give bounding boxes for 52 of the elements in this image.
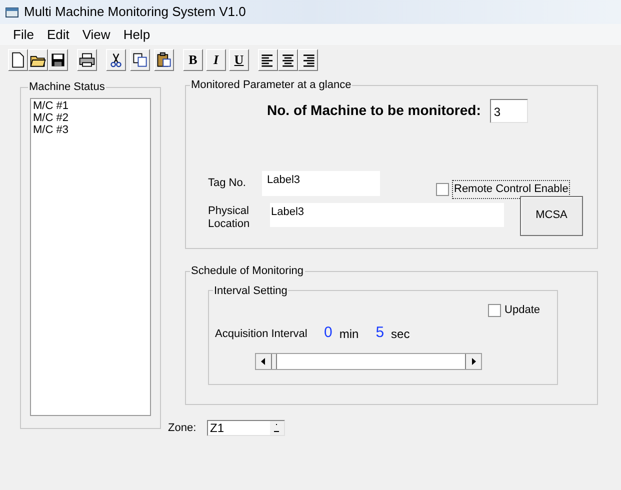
group-title: Machine Status [28, 80, 106, 95]
scissors-button[interactable] [106, 49, 126, 71]
interval-label: Acquisition Interval [215, 326, 308, 342]
checkbox-label[interactable]: Update [504, 302, 540, 318]
align-right-button[interactable] [298, 49, 318, 71]
scroll-bar[interactable] [255, 353, 482, 370]
tag-field: Label3 [262, 170, 380, 196]
location-field: Label3 [270, 202, 504, 226]
window-title: Multi Machine Monitoring System V1.0 [24, 3, 246, 22]
location-label: Physical Location [208, 204, 251, 232]
checkbox[interactable] [488, 304, 501, 317]
menu-item[interactable]: File [13, 24, 34, 44]
list-item[interactable]: M/C #1 [33, 100, 150, 112]
menu-item[interactable]: View [82, 24, 110, 44]
unit-label: sec [391, 326, 410, 343]
group-title: Monitored Parameter at a glance [190, 78, 352, 93]
app-icon [5, 6, 19, 18]
format-button[interactable]: B [183, 49, 203, 71]
group-title: Schedule of Monitoring [190, 264, 305, 279]
machine-count-field[interactable]: 3 [490, 98, 528, 122]
zone-label: Zone: [168, 421, 198, 436]
floppy-disk-button[interactable] [48, 49, 68, 71]
minutes-value: 0 [324, 322, 332, 342]
clipboard-button[interactable] [154, 49, 174, 71]
zone-value: Z1 [209, 421, 226, 436]
align-center-button[interactable] [278, 49, 298, 71]
seconds-value: 5 [376, 322, 384, 342]
scroll-left-icon[interactable] [256, 354, 272, 369]
unit-label: min [339, 326, 359, 343]
mcsa-button[interactable]: MCSA [520, 196, 583, 236]
copy-button[interactable] [130, 49, 150, 71]
scroll-thumb[interactable] [272, 354, 277, 369]
zone-spin-field[interactable]: Z1 [207, 420, 285, 436]
copy-icon [131, 51, 149, 69]
format-button[interactable]: U [229, 49, 249, 71]
format-button[interactable]: I [206, 49, 226, 71]
folder-button[interactable] [28, 49, 48, 71]
menu-item[interactable]: Edit [46, 24, 70, 44]
menu-item[interactable]: Help [123, 24, 150, 44]
clipboard-icon [155, 51, 173, 69]
list-item[interactable]: M/C #3 [33, 124, 150, 136]
new-page-icon [9, 51, 27, 69]
printer-icon [78, 51, 96, 69]
new-page-button[interactable] [8, 49, 28, 71]
scroll-right-icon[interactable] [465, 354, 481, 369]
checkbox[interactable] [436, 182, 449, 196]
printer-button[interactable] [77, 49, 97, 71]
list-item[interactable]: M/C #2 [33, 112, 150, 124]
tag-label: Tag No. [208, 176, 247, 191]
align-left-button[interactable] [258, 49, 278, 71]
group-title: Interval Setting [213, 284, 288, 298]
machine-count-label: No. of Machine to be monitored: [267, 101, 481, 120]
